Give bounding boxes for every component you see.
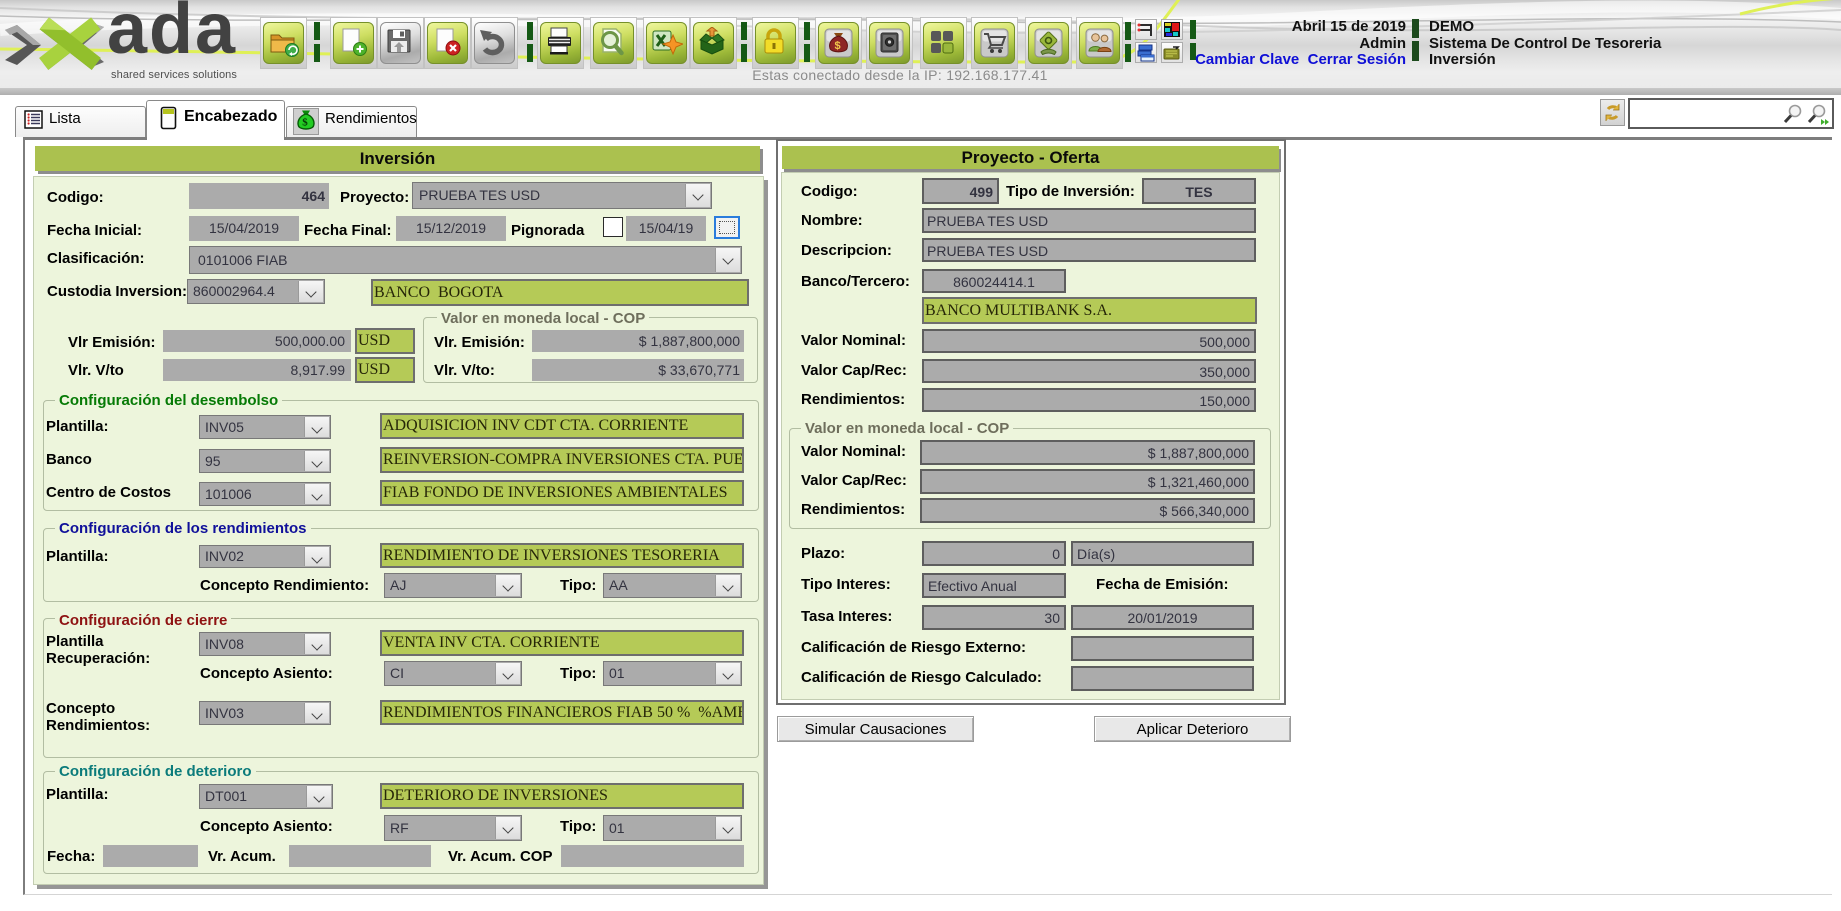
svg-text:$: $ — [302, 117, 308, 129]
svg-text:$: $ — [835, 40, 841, 52]
